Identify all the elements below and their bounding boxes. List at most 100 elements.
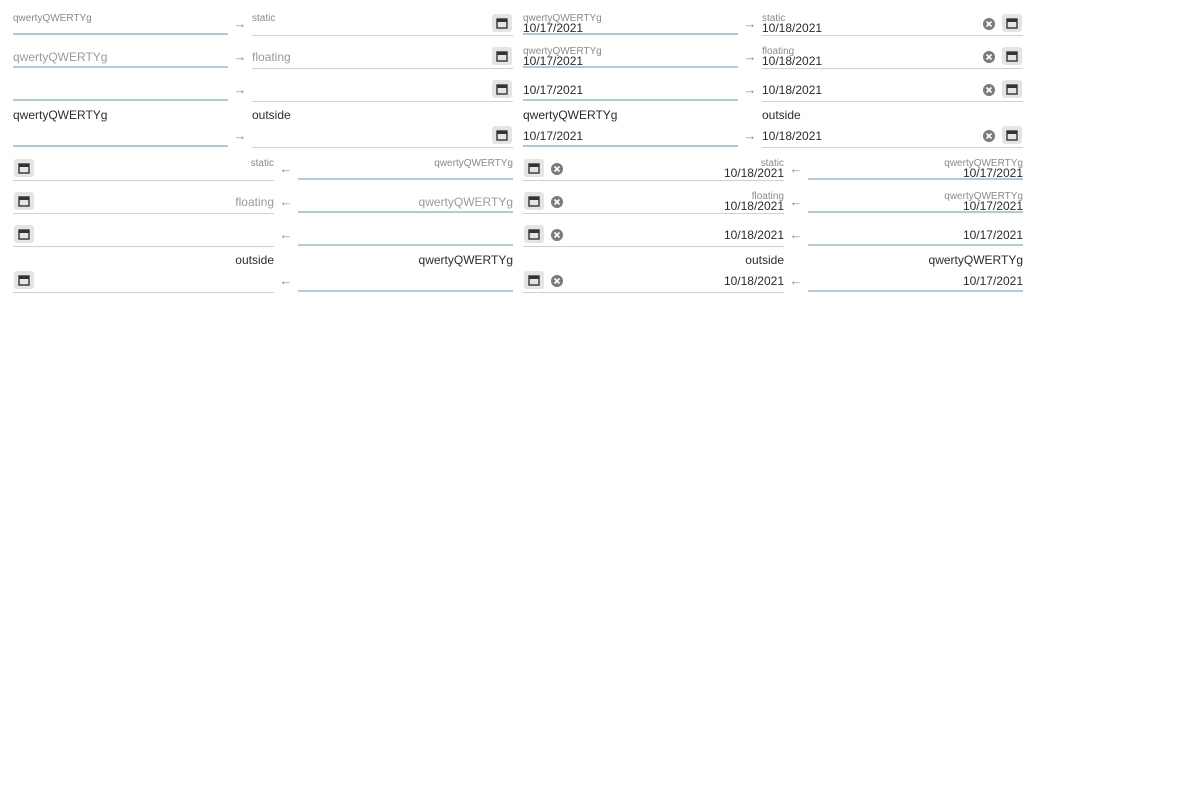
start-input-underline[interactable] [298,244,513,246]
end-input-underline[interactable] [762,68,1023,69]
calendar-button[interactable] [1002,47,1022,65]
start-outside-label: qwertyQWERTYg [418,253,513,267]
calendar-button[interactable] [492,126,512,144]
clear-button[interactable] [550,162,564,176]
end-date-value[interactable]: 10/18/2021 [670,228,784,242]
calendar-button[interactable] [14,159,34,177]
end-input-underline[interactable] [13,246,274,247]
start-placeholder: qwertyQWERTYg [13,50,108,64]
start-input-underline[interactable] [298,211,513,213]
start-label: qwertyQWERTYg [434,158,513,169]
calendar-button[interactable] [492,14,512,32]
arrow-left-icon: ← [279,273,293,288]
end-input-underline[interactable] [252,101,513,102]
end-input-underline[interactable] [523,213,784,214]
clear-button[interactable] [550,274,564,288]
calendar-button[interactable] [1002,126,1022,144]
start-input-underline[interactable] [808,211,1023,213]
start-input-underline[interactable] [808,290,1023,292]
end-input-underline[interactable] [13,180,274,181]
end-input-underline[interactable] [252,147,513,148]
end-input-underline[interactable] [762,147,1023,148]
start-date-value[interactable]: 10/17/2021 [808,228,1023,242]
end-input-underline[interactable] [762,101,1023,102]
end-input-underline[interactable] [523,246,784,247]
end-input-underline[interactable] [762,35,1023,36]
end-date-value[interactable]: 10/18/2021 [670,166,784,180]
start-input-underline[interactable] [523,33,738,35]
end-outside-label: outside [252,108,291,122]
start-input-underline[interactable] [13,99,228,101]
calendar-button[interactable] [1002,80,1022,98]
start-date-value[interactable]: 10/17/2021 [808,274,1023,288]
start-outside-label: qwertyQWERTYg [13,108,108,122]
calendar-button[interactable] [14,225,34,243]
clear-icon [983,18,995,30]
start-input-underline[interactable] [298,290,513,292]
end-date-value[interactable]: 10/18/2021 [762,54,822,68]
calendar-icon [496,84,508,95]
calendar-icon [18,196,30,207]
calendar-icon [18,229,30,240]
arrow-right-icon: → [233,49,247,64]
start-input-underline[interactable] [523,99,738,101]
calendar-icon [528,196,540,207]
end-input-underline[interactable] [13,213,274,214]
clear-button[interactable] [550,228,564,242]
clear-icon [983,130,995,142]
end-outside-label: outside [235,253,274,267]
calendar-button[interactable] [524,225,544,243]
end-outside-label: outside [745,253,784,267]
calendar-icon [528,275,540,286]
clear-button[interactable] [550,195,564,209]
clear-button[interactable] [982,17,996,31]
start-input-underline[interactable] [808,244,1023,246]
calendar-icon [1006,51,1018,62]
clear-button[interactable] [982,83,996,97]
arrow-left-icon: ← [789,227,803,242]
start-input-underline[interactable] [13,145,228,147]
start-date-value[interactable]: 10/17/2021 [523,129,583,143]
calendar-button[interactable] [492,80,512,98]
calendar-button[interactable] [524,192,544,210]
calendar-button[interactable] [524,159,544,177]
clear-button[interactable] [982,129,996,143]
calendar-button[interactable] [1002,14,1022,32]
end-input-underline[interactable] [523,180,784,181]
start-date-value[interactable]: 10/17/2021 [523,83,583,97]
start-outside-label: qwertyQWERTYg [523,108,618,122]
start-input-underline[interactable] [13,33,228,35]
end-placeholder: floating [235,195,274,209]
end-input-underline[interactable] [252,68,513,69]
arrow-right-icon: → [743,49,757,64]
end-date-value[interactable]: 10/18/2021 [670,274,784,288]
end-placeholder: floating [252,50,291,64]
arrow-left-icon: ← [789,273,803,288]
start-input-underline[interactable] [298,178,513,180]
start-input-underline[interactable] [13,66,228,68]
clear-icon [551,163,563,175]
arrow-right-icon: → [233,128,247,143]
calendar-icon [18,275,30,286]
calendar-icon [528,163,540,174]
calendar-button[interactable] [14,271,34,289]
end-date-value[interactable]: 10/18/2021 [762,83,822,97]
end-input-underline[interactable] [523,292,784,293]
end-date-value[interactable]: 10/18/2021 [762,21,822,35]
calendar-icon [496,18,508,29]
calendar-button[interactable] [524,271,544,289]
calendar-icon [18,163,30,174]
start-input-underline[interactable] [808,178,1023,180]
start-input-underline[interactable] [523,145,738,147]
end-date-value[interactable]: 10/18/2021 [670,199,784,213]
end-date-value[interactable]: 10/18/2021 [762,129,822,143]
calendar-icon [1006,18,1018,29]
end-input-underline[interactable] [13,292,274,293]
end-input-underline[interactable] [252,35,513,36]
clear-icon [551,229,563,241]
calendar-button[interactable] [492,47,512,65]
clear-button[interactable] [982,50,996,64]
calendar-button[interactable] [14,192,34,210]
start-input-underline[interactable] [523,66,738,68]
end-label: static [252,13,276,24]
